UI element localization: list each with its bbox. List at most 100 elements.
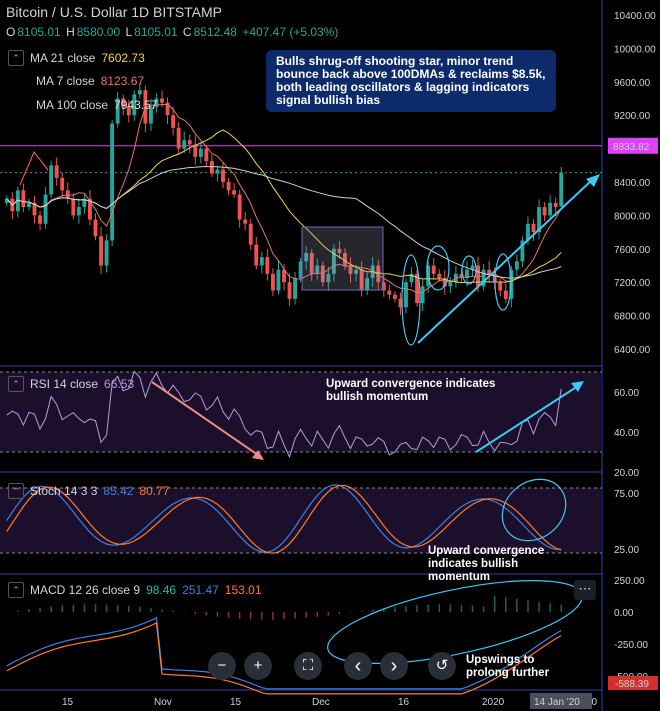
rsi-tick-label: 40.00 [614, 428, 639, 439]
candle-body [531, 223, 536, 233]
collapse-chevron-icon[interactable]: ⌃ [8, 50, 24, 66]
price-tick-label: 7600.00 [614, 245, 651, 256]
candle-body [237, 194, 242, 220]
candle-body [514, 261, 519, 270]
candle-body [137, 90, 142, 95]
candle-body [503, 290, 508, 299]
stoch-tick-label: 25.00 [614, 545, 639, 556]
collapse-chevron-icon[interactable]: ⌃ [8, 582, 24, 598]
panel-menu-button[interactable]: ⋯ [574, 580, 596, 600]
legend-rsi[interactable]: ⌃ RSI 14 close 66.53 [8, 376, 134, 392]
stoch-label: Stoch 14 3 3 [30, 484, 98, 498]
low-value: 8105.01 [134, 25, 178, 39]
price-tick-label: 10400.00 [614, 11, 656, 22]
ma21-label: MA 21 close [30, 51, 96, 65]
candle-body [387, 290, 392, 295]
candle-body [171, 115, 176, 128]
price-tick-label: 10000.00 [614, 44, 656, 55]
price-tick-label: 9600.00 [614, 78, 651, 89]
chart-stage[interactable]: 10400.00 10000.00 9600.00 9200.00 8400.00 800… [0, 0, 660, 711]
candle-body [248, 223, 253, 245]
rsi-tick-label: 60.00 [614, 388, 639, 399]
change-value: +407.47 (+5.03%) [242, 25, 339, 39]
macd-last-label: -588.39 [615, 679, 649, 690]
reset-chart-button[interactable]: ↺ [428, 652, 456, 680]
candle-body [420, 286, 425, 304]
candle-body [209, 161, 214, 174]
candle-body [215, 169, 220, 174]
price-tick-label: 6400.00 [614, 345, 651, 356]
candle-body [431, 265, 436, 274]
time-tick-label: 15 [62, 697, 74, 708]
candle-body [542, 207, 547, 216]
rsi-annotation: Upward convergence indicates bullish mom… [326, 378, 496, 403]
legend-macd[interactable]: ⌃ MACD 12 26 close 9 98.46 251.47 153.01 [8, 582, 262, 598]
legend-ma7[interactable]: MA 7 close 8123.67 [36, 74, 144, 88]
macd-label: MACD 12 26 close 9 [30, 583, 141, 597]
candle-body [176, 127, 181, 149]
ma21-value: 7602.73 [101, 51, 145, 65]
scroll-left-button[interactable]: ‹ [344, 652, 372, 680]
main-annotation: Bulls shrug-off shooting star, minor tre… [266, 50, 556, 112]
candle-body [76, 207, 81, 216]
stoch-annotation: Upward convergence indicates bullish mom… [428, 545, 545, 583]
candle-body [160, 98, 164, 103]
candle-body [104, 240, 109, 266]
fullscreen-button[interactable]: ⛶ [294, 652, 322, 680]
time-tick-label: Dec [312, 697, 330, 708]
candle-body [404, 282, 408, 308]
stoch-tick-label: 75.00 [614, 489, 639, 500]
ma100-label: MA 100 close [36, 98, 109, 112]
candle-body [487, 269, 492, 274]
candle-body [221, 169, 225, 182]
candle-body [182, 140, 187, 149]
highlight-ellipse [426, 245, 450, 291]
high-label: H [66, 25, 75, 39]
high-value: 8580.00 [76, 25, 121, 39]
candle-body [21, 190, 26, 208]
candle-body [270, 273, 275, 291]
candle-body [254, 244, 259, 266]
candle-body [287, 282, 292, 299]
legend-ma100[interactable]: MA 100 close 7943.57 [36, 98, 157, 112]
zoom-out-button[interactable]: − [208, 652, 236, 680]
candle-body [226, 182, 231, 191]
chart-title: Bitcoin / U.S. Dollar 1D BITSTAMP [6, 4, 223, 20]
rsi-value: 66.53 [104, 377, 135, 391]
candle-body [498, 282, 503, 291]
candle-body [559, 172, 564, 207]
open-value: 8105.01 [17, 25, 61, 39]
candle-body [476, 265, 480, 287]
candle-body [293, 278, 298, 299]
uptrend-arrow-head [586, 174, 600, 187]
zoom-in-button[interactable]: + [244, 652, 272, 680]
current-date-label: 14 Jan '20 [534, 697, 580, 708]
stoch-d-value: 80.77 [139, 484, 170, 498]
legend-stoch[interactable]: ⌃ Stoch 14 3 3 85.42 80.77 [8, 483, 169, 499]
scroll-right-button[interactable]: › [380, 652, 408, 680]
candle-body [198, 148, 203, 157]
macd-tick-label: -250.00 [614, 640, 648, 651]
candle-body [243, 219, 248, 224]
time-tick-label: 2020 [482, 697, 505, 708]
candle-body [259, 257, 264, 266]
candle-body [71, 198, 76, 216]
candle-body [38, 215, 42, 224]
candle-body [276, 269, 281, 291]
candle-body [265, 257, 270, 274]
ma7-label: MA 7 close [36, 74, 95, 88]
collapse-chevron-icon[interactable]: ⌃ [8, 483, 24, 499]
legend-ma21[interactable]: ⌃ MA 21 close 7602.73 [8, 50, 145, 66]
consolidation-box [301, 226, 384, 291]
macd-hist-value: 98.46 [146, 583, 177, 597]
candle-body [392, 294, 397, 299]
candle-body [65, 190, 70, 199]
price-tick-label: 7200.00 [614, 278, 651, 289]
candle-body [43, 194, 48, 224]
candle-body [448, 282, 453, 287]
macd-value: 251.47 [182, 583, 219, 597]
candle-body [99, 236, 103, 266]
collapse-chevron-icon[interactable]: ⌃ [8, 376, 24, 392]
reversal-marker [19, 150, 49, 186]
candle-body [232, 190, 237, 195]
